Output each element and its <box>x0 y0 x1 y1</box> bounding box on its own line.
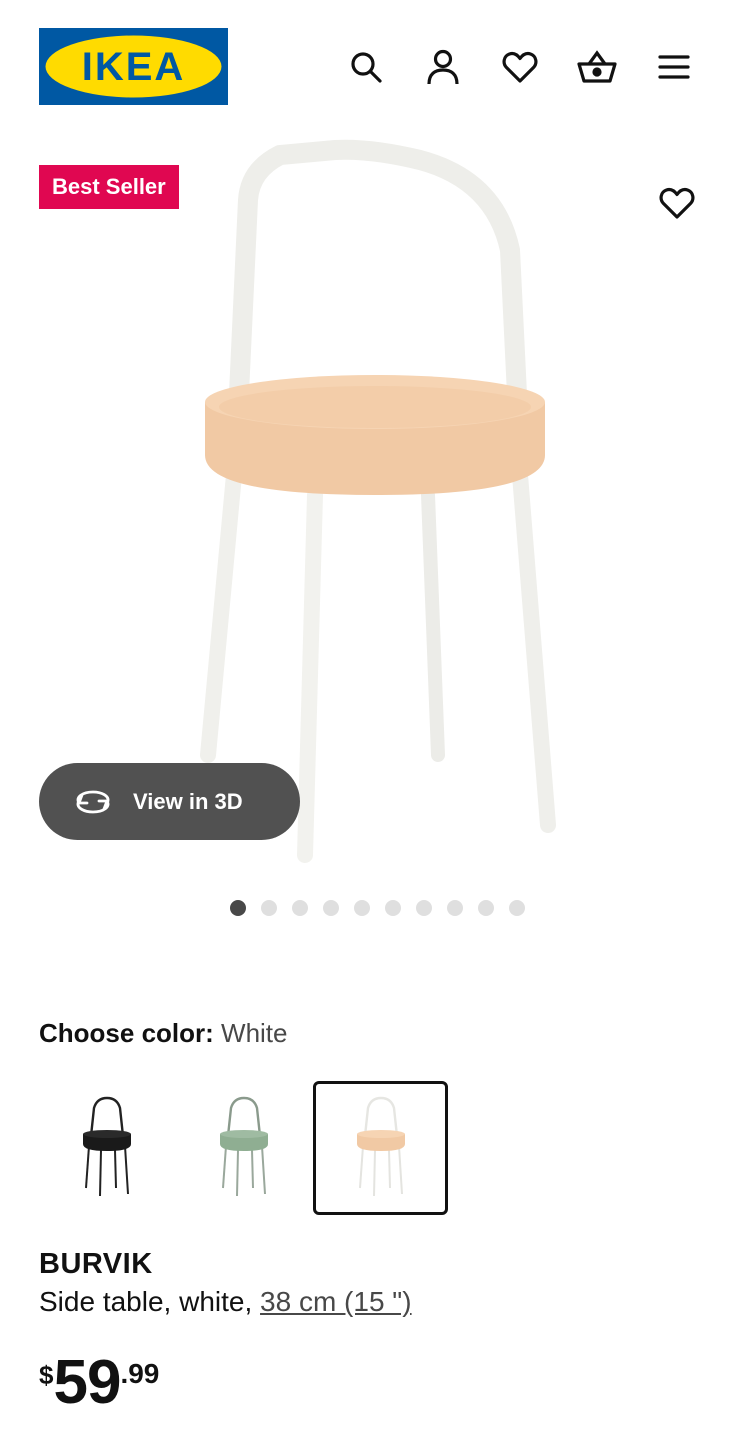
heart-icon[interactable] <box>497 44 543 90</box>
price-decimal: .99 <box>120 1358 160 1389</box>
carousel-dot[interactable] <box>323 900 339 916</box>
color-swatch-list <box>39 1081 448 1215</box>
best-seller-badge: Best Seller <box>39 165 179 209</box>
carousel-dot[interactable] <box>292 900 308 916</box>
color-chooser-label: Choose color: White <box>39 1018 288 1049</box>
product-size-link[interactable]: 38 cm (15 ") <box>260 1286 412 1317</box>
carousel-dot[interactable] <box>416 900 432 916</box>
top-header: IKEA <box>0 0 752 130</box>
color-swatch-black[interactable] <box>39 1081 174 1215</box>
product-description: Side table, white, 38 cm (15 ") <box>39 1286 412 1318</box>
product-name: BURVIK <box>39 1248 153 1280</box>
product-image <box>200 139 556 863</box>
price-integer: 59 <box>53 1348 121 1417</box>
color-swatch-green[interactable] <box>176 1081 311 1215</box>
heart-icon <box>659 187 695 219</box>
product-description-text: Side table, white, <box>39 1286 253 1317</box>
product-price: $ 59 .99 <box>39 1352 159 1414</box>
save-to-favorites-button[interactable] <box>654 180 700 226</box>
account-icon[interactable] <box>420 44 466 90</box>
carousel-dot[interactable] <box>230 900 246 916</box>
ikea-logo[interactable]: IKEA <box>39 28 228 105</box>
color-swatch-white[interactable] <box>313 1081 448 1215</box>
rotate-3d-icon <box>76 790 110 813</box>
carousel-dot[interactable] <box>385 900 401 916</box>
search-icon[interactable] <box>343 44 389 90</box>
view-in-3d-label: View in 3D <box>133 788 243 814</box>
carousel-dot[interactable] <box>354 900 370 916</box>
price-currency: $ <box>39 1360 54 1390</box>
selected-color-value: White <box>221 1018 288 1048</box>
product-image-gallery[interactable]: Best Seller View in 3D <box>0 130 752 890</box>
carousel-dot[interactable] <box>261 900 277 916</box>
choose-color-key: Choose color: <box>39 1018 214 1048</box>
svg-text:IKEA: IKEA <box>82 45 186 89</box>
carousel-dot[interactable] <box>447 900 463 916</box>
view-in-3d-button[interactable]: View in 3D <box>39 763 300 840</box>
carousel-indicator <box>230 900 525 916</box>
basket-icon[interactable] <box>574 44 620 90</box>
menu-icon[interactable] <box>651 44 697 90</box>
carousel-dot[interactable] <box>509 900 525 916</box>
carousel-dot[interactable] <box>478 900 494 916</box>
